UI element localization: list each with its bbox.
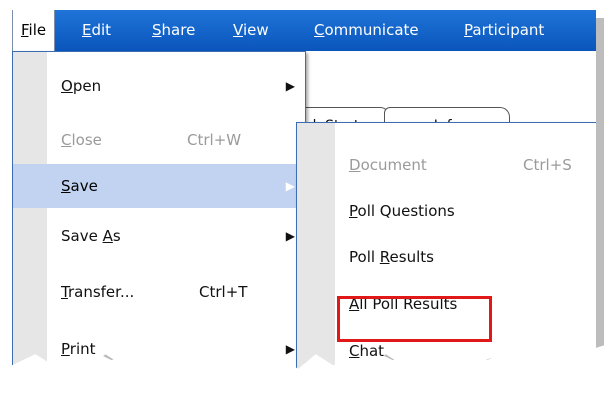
screenshot-frame: File Edit Share View Communicate Partici… bbox=[12, 10, 596, 369]
menu-participant[interactable]: Participant bbox=[456, 10, 552, 51]
menu-share[interactable]: Share bbox=[144, 10, 203, 51]
submenu-arrow-icon: ▶ bbox=[285, 79, 295, 93]
file-menu: Open ▶ Close Ctrl+W Save ▶ Save As ▶ Tra… bbox=[12, 51, 306, 369]
menu-file[interactable]: File bbox=[12, 10, 56, 51]
file-menu-item-save[interactable]: Save ▶ bbox=[13, 164, 305, 208]
save-submenu-item-document[interactable]: Document Ctrl+S bbox=[297, 143, 596, 187]
callout-highlight-box bbox=[337, 296, 492, 342]
file-menu-item-transfer[interactable]: Transfer... Ctrl+T bbox=[13, 270, 305, 314]
menu-view[interactable]: View bbox=[225, 10, 277, 51]
shortcut-label: Ctrl+T bbox=[199, 283, 248, 301]
menu-communicate[interactable]: Communicate bbox=[306, 10, 427, 51]
submenu-arrow-icon: ▶ bbox=[285, 342, 295, 356]
submenu-arrow-icon: ▶ bbox=[285, 179, 295, 193]
menu-bar: File Edit Share View Communicate Partici… bbox=[12, 10, 596, 51]
save-submenu-item-poll-questions[interactable]: Poll Questions bbox=[297, 189, 596, 233]
shortcut-label: Ctrl+S bbox=[523, 156, 572, 174]
shortcut-label: Ctrl+W bbox=[187, 131, 242, 149]
file-menu-item-print[interactable]: Print ▶ bbox=[13, 327, 305, 369]
menu-edit[interactable]: Edit bbox=[74, 10, 119, 51]
file-menu-item-close[interactable]: Close Ctrl+W bbox=[13, 118, 305, 162]
submenu-arrow-icon: ▶ bbox=[285, 229, 295, 243]
file-menu-item-save-as[interactable]: Save As ▶ bbox=[13, 214, 305, 258]
save-submenu-item-poll-results[interactable]: Poll Results bbox=[297, 235, 596, 279]
file-menu-item-open[interactable]: Open ▶ bbox=[13, 64, 305, 108]
